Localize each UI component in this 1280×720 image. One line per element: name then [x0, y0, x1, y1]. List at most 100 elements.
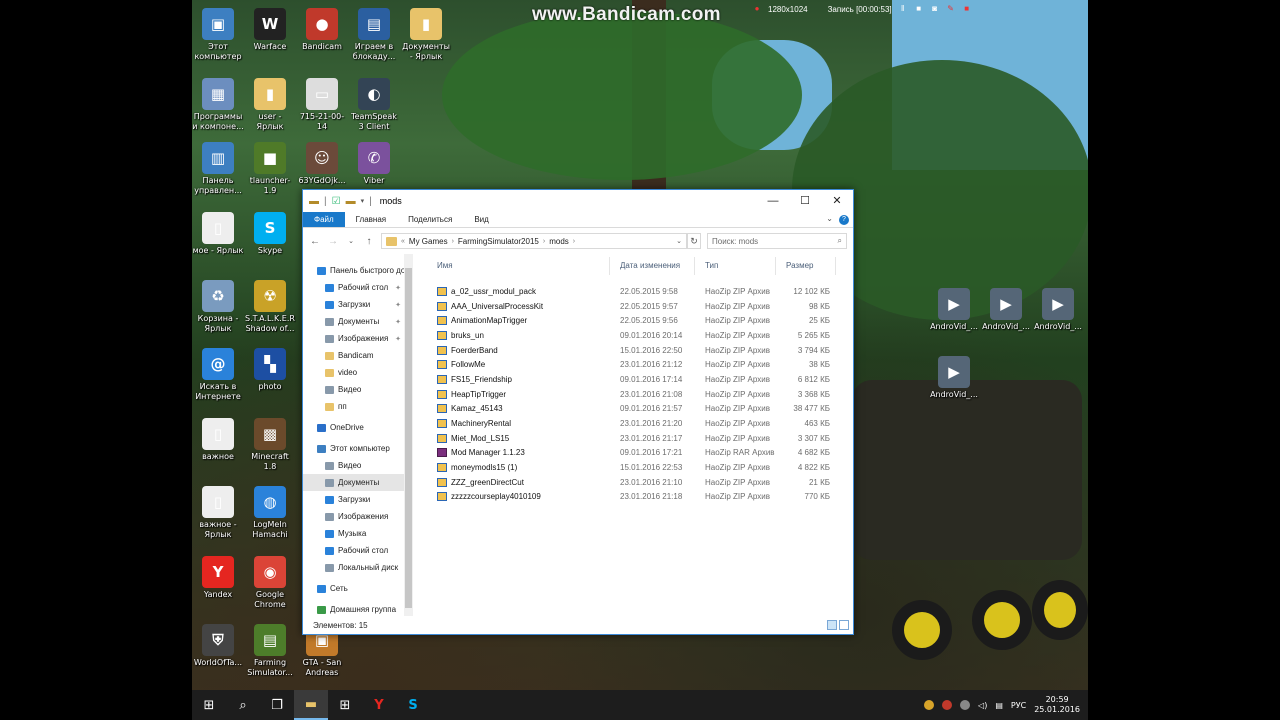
- ribbon-expand-icon[interactable]: ⌄: [826, 214, 833, 227]
- refresh-button[interactable]: ↻: [687, 233, 701, 249]
- column-size[interactable]: Размер: [776, 257, 836, 275]
- desktop-icon[interactable]: ▤ Играем в блокаду...: [348, 8, 400, 62]
- scrollbar-thumb[interactable]: [405, 268, 412, 608]
- network-icon[interactable]: [960, 700, 971, 710]
- nav-item[interactable]: Этот компьютер: [303, 440, 413, 457]
- tab-share[interactable]: Поделиться: [397, 212, 463, 227]
- maximize-button[interactable]: ☐: [789, 190, 821, 212]
- file-row[interactable]: HeapTipTrigger 23.01.2016 21:08 HaoZip ZIP…: [413, 387, 853, 402]
- file-row[interactable]: ZZZ_greenDirectCut 23.01.2016 21:10 HaoZip…: [413, 475, 853, 490]
- file-row[interactable]: Mod Manager 1.1.23 09.01.2016 17:21 HaoZip…: [413, 446, 853, 461]
- address-dropdown-icon[interactable]: ⌄: [676, 237, 682, 245]
- nav-item[interactable]: Загрузки: [303, 491, 413, 508]
- nav-item[interactable]: Изображения: [303, 508, 413, 525]
- bandicam-tray-icon[interactable]: [942, 700, 953, 710]
- search-icon[interactable]: ⌕: [226, 690, 260, 720]
- breadcrumb-item[interactable]: My Games: [409, 237, 448, 246]
- nav-item[interactable]: Рабочий стол: [303, 542, 413, 559]
- file-row[interactable]: zzzzzcourseplay4010109 23.01.2016 21:18 Ha…: [413, 490, 853, 505]
- file-row[interactable]: AnimationMapTrigger 22.05.2015 9:56 HaoZip…: [413, 313, 853, 328]
- volume-icon[interactable]: ◁): [978, 701, 987, 710]
- pen-icon[interactable]: ✎: [946, 4, 956, 14]
- back-arrow-icon[interactable]: ←: [309, 236, 321, 247]
- search-input[interactable]: Поиск: mods ⌕: [707, 233, 847, 249]
- desktop-icon[interactable]: ▯ важное - Ярлык: [192, 486, 244, 540]
- stop-icon[interactable]: ■: [914, 4, 924, 14]
- overflow-chevron-icon[interactable]: «: [401, 238, 405, 245]
- tab-home[interactable]: Главная: [345, 212, 397, 227]
- qa-dropdown-icon[interactable]: ▾: [361, 197, 365, 205]
- desktop-icon[interactable]: S Skype: [244, 212, 296, 266]
- desktop-icon[interactable]: ▶ AndroVid_...: [928, 288, 980, 342]
- desktop-icon[interactable]: Y Yandex: [192, 556, 244, 610]
- desktop-icon[interactable]: ▯ мое - Ярлык: [192, 212, 244, 266]
- nav-item[interactable]: Документы ✦: [303, 313, 413, 330]
- minimize-button[interactable]: —: [757, 190, 789, 212]
- pin-icon[interactable]: ✦: [395, 301, 401, 309]
- file-row[interactable]: FoerderBand 15.01.2016 22:50 HaoZip ZIP Ар…: [413, 343, 853, 358]
- desktop-icon[interactable]: ◍ LogMeIn Hamachi: [244, 486, 296, 540]
- column-type[interactable]: Тип: [695, 257, 776, 275]
- close-button[interactable]: ✕: [821, 190, 853, 212]
- yandex-taskbar-icon[interactable]: Y: [362, 690, 396, 720]
- nav-item[interactable]: Локальный диск: [303, 559, 413, 576]
- file-row[interactable]: bruks_un 09.01.2016 20:14 HaoZip ZIP Архив…: [413, 328, 853, 343]
- column-name[interactable]: Имя: [427, 257, 610, 275]
- clock[interactable]: 20:59 25.01.2016: [1034, 695, 1080, 715]
- large-icons-view-icon[interactable]: [839, 620, 849, 630]
- chevron-right-icon[interactable]: ›: [452, 238, 454, 245]
- tab-file[interactable]: Файл: [303, 212, 345, 227]
- nav-item[interactable]: Загрузки ✦: [303, 296, 413, 313]
- search-icon[interactable]: ⌕: [838, 236, 842, 246]
- desktop-icon[interactable]: ⛨ WorldOfTa...: [192, 624, 244, 678]
- desktop-icon[interactable]: ▮ user - Ярлык: [244, 78, 296, 132]
- notifications-icon[interactable]: ▤: [995, 701, 1003, 710]
- recent-locations-icon[interactable]: ⌄: [345, 237, 357, 245]
- skype-taskbar-icon[interactable]: S: [396, 690, 430, 720]
- desktop-icon[interactable]: ☺ 63YGdOjk...: [296, 142, 348, 196]
- up-arrow-icon[interactable]: ↑: [363, 236, 375, 247]
- desktop-icon[interactable]: ▯ важное: [192, 418, 244, 472]
- desktop-icon[interactable]: ◉ Google Chrome: [244, 556, 296, 610]
- breadcrumb-item[interactable]: FarmingSimulator2015: [458, 237, 539, 246]
- pin-icon[interactable]: ✦: [395, 284, 401, 292]
- nav-item[interactable]: OneDrive: [303, 419, 413, 436]
- nav-item[interactable]: Видео: [303, 381, 413, 398]
- desktop-icon[interactable]: ◐ TeamSpeak 3 Client: [348, 78, 400, 132]
- desktop-icon[interactable]: ▚ photo: [244, 348, 296, 402]
- pin-icon[interactable]: ✦: [395, 318, 401, 326]
- desktop-icon[interactable]: ▶ AndroVid_...: [980, 288, 1032, 342]
- nav-item[interactable]: Панель быстрого доступа: [303, 262, 413, 279]
- pause-icon[interactable]: ‖: [898, 4, 908, 14]
- desktop-icon[interactable]: ▩ Minecraft 1.8: [244, 418, 296, 472]
- task-view-icon[interactable]: ❐: [260, 690, 294, 720]
- chevron-right-icon[interactable]: ›: [573, 238, 575, 245]
- desktop-icon[interactable]: ☢ S.T.A.L.K.E.R Shadow of...: [244, 280, 296, 334]
- file-row[interactable]: Kamaz_45143 09.01.2016 21:57 HaoZip ZIP Ар…: [413, 402, 853, 417]
- pin-icon[interactable]: ✦: [395, 335, 401, 343]
- file-row[interactable]: moneymodls15 (1) 15.01.2016 22:53 HaoZip Z…: [413, 460, 853, 475]
- nav-item[interactable]: Документы: [303, 474, 413, 491]
- record-dot-icon[interactable]: ●: [752, 4, 762, 14]
- camera-icon[interactable]: ◙: [930, 4, 940, 14]
- desktop-icon[interactable]: ▮ Документы - Ярлык: [400, 8, 452, 62]
- language-indicator[interactable]: РУС: [1011, 701, 1026, 710]
- desktop-icon[interactable]: ▣ Этот компьютер: [192, 8, 244, 62]
- desktop-icon[interactable]: W Warface: [244, 8, 296, 62]
- file-row[interactable]: Miet_Mod_LS15 23.01.2016 21:17 HaoZip ZIP …: [413, 431, 853, 446]
- nav-item[interactable]: Музыка: [303, 525, 413, 542]
- chevron-right-icon[interactable]: ›: [543, 238, 545, 245]
- file-explorer-taskbar-icon[interactable]: ▬: [294, 690, 328, 720]
- desktop-icon[interactable]: ▭ 715-21-00-14: [296, 78, 348, 132]
- nav-item[interactable]: Изображения ✦: [303, 330, 413, 347]
- desktop-icon[interactable]: ▤ Farming Simulator...: [244, 624, 296, 678]
- help-icon[interactable]: ?: [839, 215, 849, 225]
- desktop-icon[interactable]: ■ tlauncher-1.9: [244, 142, 296, 196]
- new-folder-icon[interactable]: ▬: [346, 196, 356, 207]
- nav-item[interactable]: video: [303, 364, 413, 381]
- desktop-icon[interactable]: ● Bandicam: [296, 8, 348, 62]
- start-button[interactable]: ⊞: [192, 690, 226, 720]
- tray-app-icon[interactable]: [924, 700, 935, 710]
- desktop-icon[interactable]: ▥ Панель управлен...: [192, 142, 244, 196]
- address-bar[interactable]: « My Games › FarmingSimulator2015 › mods…: [381, 233, 687, 249]
